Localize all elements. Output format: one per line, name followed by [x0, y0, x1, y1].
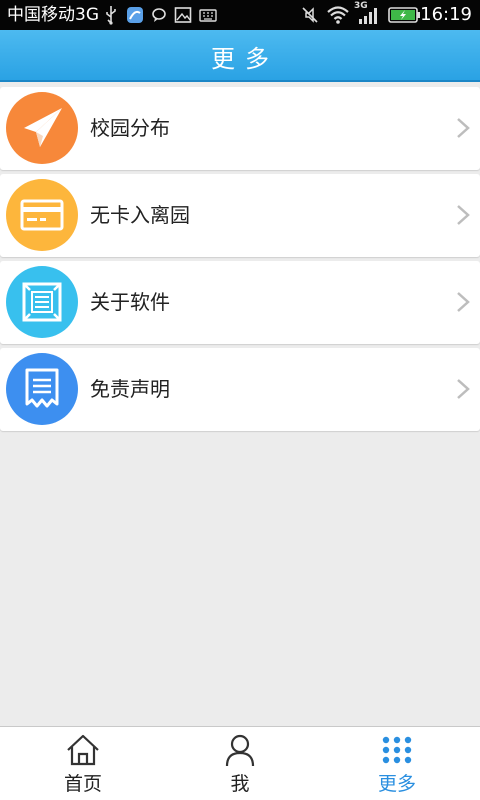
- tab-me[interactable]: 我: [160, 727, 320, 800]
- menu-item-disclaimer[interactable]: 免责声明: [0, 348, 480, 431]
- clock-time: 16:19: [420, 4, 472, 25]
- battery-icon: [388, 5, 422, 29]
- menu-item-label: 校园分布: [90, 116, 170, 140]
- menu-item-cardless-entry[interactable]: 无卡入离园: [0, 174, 480, 257]
- tab-more[interactable]: 更多: [317, 727, 477, 800]
- carrier-name: 中国移动3G: [7, 5, 99, 25]
- app-notification-icon: [126, 5, 144, 29]
- chevron-right-icon: [456, 204, 470, 230]
- image-icon: [174, 5, 192, 29]
- mute-icon: [300, 5, 320, 29]
- signal-icon: [357, 5, 381, 29]
- chevron-right-icon: [456, 378, 470, 404]
- chevron-right-icon: [456, 291, 470, 317]
- bottom-tab-bar: 首页 我 更多: [0, 726, 480, 800]
- tab-home[interactable]: 首页: [3, 727, 163, 800]
- tab-label: 更多: [377, 773, 416, 795]
- wifi-icon: [326, 5, 350, 29]
- grid-dots-icon: [379, 733, 415, 771]
- page-title: 更多: [211, 45, 279, 73]
- usb-icon: [104, 5, 118, 29]
- message-icon: [151, 5, 167, 29]
- keyboard-icon: [199, 5, 217, 29]
- status-bar: 中国移动3G 3G 16:19: [0, 0, 480, 30]
- home-icon: [65, 733, 101, 771]
- menu-item-label: 无卡入离园: [90, 203, 190, 227]
- paper-plane-icon: [6, 92, 78, 164]
- person-icon: [222, 733, 258, 771]
- info-frame-icon: [6, 266, 78, 338]
- menu-item-campus-distribution[interactable]: 校园分布: [0, 87, 480, 170]
- tab-label: 我: [230, 773, 250, 795]
- menu-item-label: 关于软件: [90, 290, 170, 314]
- card-icon: [6, 179, 78, 251]
- menu-item-label: 免责声明: [90, 377, 170, 401]
- title-bar: 更多: [0, 30, 480, 82]
- tab-label: 首页: [63, 773, 102, 795]
- chevron-right-icon: [456, 117, 470, 143]
- menu-item-about-software[interactable]: 关于软件: [0, 261, 480, 344]
- receipt-icon: [6, 353, 78, 425]
